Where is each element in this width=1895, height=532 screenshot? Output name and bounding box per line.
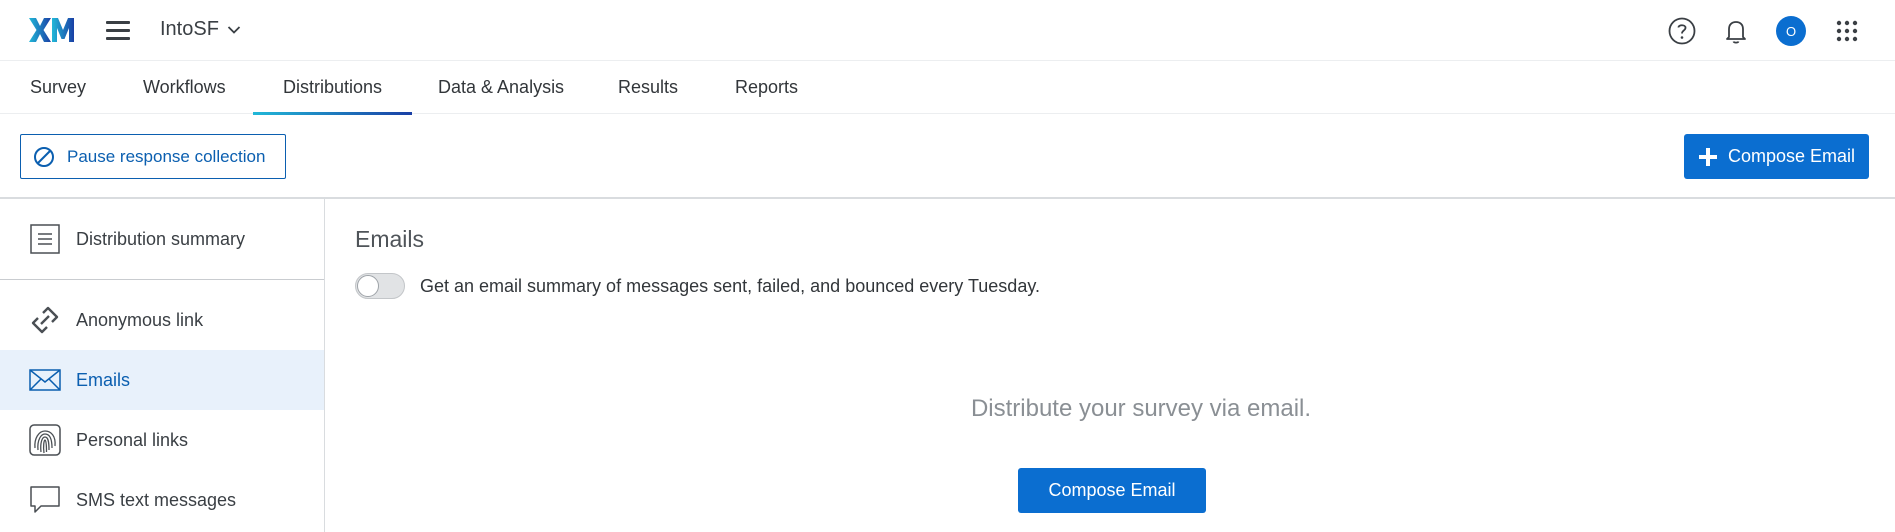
bell-icon[interactable] (1720, 15, 1752, 47)
fingerprint-icon (28, 423, 62, 457)
sidebar-item-distribution-summary[interactable]: Distribution summary (0, 209, 324, 269)
toggle-knob (357, 275, 379, 297)
sidebar-item-label: Personal links (76, 429, 189, 450)
block-icon (34, 146, 54, 167)
sidebar-item-anonymous-link[interactable]: Anonymous link (0, 290, 324, 350)
action-toolbar: Pause response collection Compose Email (0, 114, 1895, 199)
project-name: IntoSF (160, 18, 219, 40)
envelope-icon (28, 363, 62, 397)
sidebar-item-sms-text-messages[interactable]: SMS text messages (0, 470, 324, 530)
sidebar-divider (0, 279, 324, 280)
sidebar-item-label: Emails (76, 369, 131, 390)
chevron-down-icon (227, 25, 241, 34)
compose-email-button-top[interactable]: Compose Email (1684, 134, 1869, 179)
tab-workflows[interactable]: Workflows (143, 61, 226, 114)
link-icon (28, 303, 62, 337)
tab-reports[interactable]: Reports (735, 61, 798, 114)
tab-distributions[interactable]: Distributions (252, 61, 413, 115)
pause-response-collection-button[interactable]: Pause response collection (20, 134, 286, 179)
pause-button-label: Pause response collection (67, 146, 266, 166)
main-tabs: Survey Workflows Distributions Data & An… (0, 61, 1895, 115)
page-title: Emails (355, 226, 425, 252)
sidebar-item-label: Distribution summary (76, 228, 246, 249)
summary-list-icon (28, 222, 62, 256)
apps-grid-icon[interactable] (1831, 15, 1863, 47)
compose-email-top-label: Compose Email (1728, 146, 1856, 166)
tab-data-analysis[interactable]: Data & Analysis (438, 61, 564, 114)
emails-panel: Emails Get an email summary of messages … (325, 199, 1895, 532)
distribution-sidebar: Distribution summary Anonymous link Emai… (0, 199, 325, 532)
hamburger-icon[interactable] (104, 18, 132, 42)
empty-state-text: Distribute your survey via email. (970, 395, 1312, 422)
weekly-summary-label: Get an email summary of messages sent, f… (420, 276, 1040, 296)
sidebar-item-emails[interactable]: Emails (0, 350, 324, 410)
tab-results[interactable]: Results (618, 61, 678, 114)
plus-icon (1699, 147, 1717, 166)
sidebar-item-label: SMS text messages (76, 489, 237, 510)
project-selector[interactable]: IntoSF (160, 18, 241, 41)
top-bar: IntoSF O (0, 0, 1895, 61)
xm-logo[interactable] (28, 14, 76, 46)
weekly-summary-toggle[interactable] (355, 273, 405, 299)
user-avatar[interactable]: O (1776, 16, 1806, 46)
tab-survey[interactable]: Survey (30, 61, 86, 114)
sidebar-item-label: Anonymous link (76, 309, 204, 330)
speech-bubble-icon (28, 483, 62, 517)
compose-email-button[interactable]: Compose Email (1018, 468, 1206, 513)
sidebar-item-personal-links[interactable]: Personal links (0, 410, 324, 470)
help-icon[interactable] (1666, 15, 1698, 47)
